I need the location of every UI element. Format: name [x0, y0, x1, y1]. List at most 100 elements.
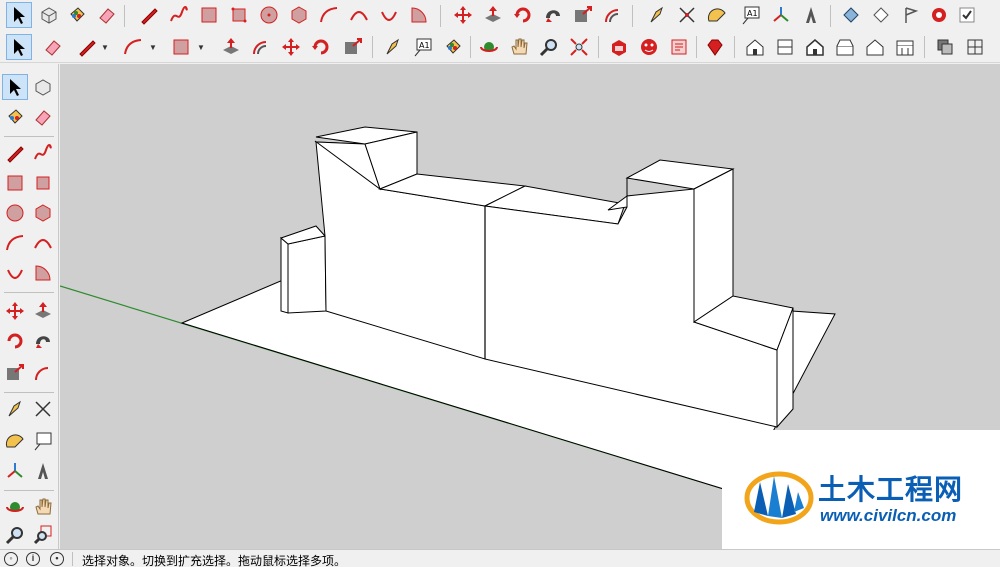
arc-dropdown[interactable]: ▼	[148, 34, 158, 60]
credits-info-icon[interactable]: i	[26, 552, 40, 566]
circle-button-left[interactable]	[2, 200, 28, 226]
rotate-button-left[interactable]	[2, 328, 28, 354]
wireframe-button[interactable]	[962, 34, 988, 60]
xray-button[interactable]	[932, 34, 958, 60]
two-point-arc-button-left[interactable]	[30, 230, 56, 256]
axes-button[interactable]	[768, 2, 794, 28]
scale-button-2[interactable]	[340, 34, 366, 60]
pan-button-left[interactable]	[30, 494, 56, 520]
text-button[interactable]: A1	[738, 2, 764, 28]
select-tool-button-left[interactable]	[2, 74, 28, 100]
iso-view-button[interactable]	[742, 34, 768, 60]
line-dropdown[interactable]: ▼	[100, 34, 110, 60]
offset-button[interactable]	[600, 2, 626, 28]
eraser-button-left[interactable]	[30, 104, 56, 130]
arc-button-2[interactable]	[120, 34, 146, 60]
zoom-window-button-left[interactable]	[30, 522, 56, 548]
move-button[interactable]	[450, 2, 476, 28]
arc-button[interactable]	[316, 2, 342, 28]
3d-text-button[interactable]	[798, 2, 824, 28]
rectangle-button[interactable]	[196, 2, 222, 28]
eraser-button[interactable]	[94, 2, 120, 28]
rotate-button[interactable]	[510, 2, 536, 28]
orbit-button-left[interactable]	[2, 494, 28, 520]
tape-measure-button-2[interactable]	[380, 34, 406, 60]
line-tool-button-2[interactable]	[74, 34, 100, 60]
make-component-button-left[interactable]	[30, 74, 56, 100]
pie-button[interactable]	[406, 2, 432, 28]
back-view-button[interactable]	[862, 34, 888, 60]
line-tool-button-left[interactable]	[2, 140, 28, 166]
select-tool-button-2[interactable]	[6, 34, 32, 60]
make-component-button[interactable]	[36, 2, 62, 28]
geo-location-icon[interactable]: ◦	[4, 552, 18, 566]
paint-bucket-button-2[interactable]	[440, 34, 466, 60]
section-fill-button[interactable]	[868, 2, 894, 28]
rectangle-button-left[interactable]	[2, 170, 28, 196]
front-view-button[interactable]	[802, 34, 828, 60]
text-button-2[interactable]: A1	[410, 34, 436, 60]
zoom-button-left[interactable]	[2, 522, 28, 548]
select-tool-button[interactable]	[6, 2, 32, 28]
scale-button-left[interactable]	[2, 360, 28, 386]
user-account-icon[interactable]: •	[50, 552, 64, 566]
circle-button[interactable]	[256, 2, 282, 28]
3d-text-button-left[interactable]	[30, 458, 56, 484]
layout-button[interactable]	[666, 34, 692, 60]
polygon-button-left[interactable]	[30, 200, 56, 226]
paint-bucket-button[interactable]	[64, 2, 90, 28]
dimension-button[interactable]	[674, 2, 700, 28]
zoom-extents-button[interactable]	[566, 34, 592, 60]
line-tool-button[interactable]	[136, 2, 162, 28]
polygon-button[interactable]	[286, 2, 312, 28]
arc-button-left[interactable]	[2, 230, 28, 256]
move-button-left[interactable]	[2, 298, 28, 324]
right-tower-side[interactable]	[693, 168, 734, 323]
pie-button-left[interactable]	[30, 260, 56, 286]
left-view-button[interactable]	[892, 34, 918, 60]
rectangle-button-2[interactable]	[168, 34, 194, 60]
scale-button[interactable]	[570, 2, 596, 28]
rotate-button-2[interactable]	[308, 34, 334, 60]
warehouse-3d-button[interactable]	[606, 34, 632, 60]
three-point-arc-button-left[interactable]	[2, 260, 28, 286]
paint-bucket-button-left[interactable]	[2, 104, 28, 130]
freehand-button-left[interactable]	[30, 140, 56, 166]
offset-button-left[interactable]	[30, 360, 56, 386]
text-button-left[interactable]	[30, 428, 56, 454]
left-step-front[interactable]	[287, 235, 327, 314]
axes-button-left[interactable]	[2, 458, 28, 484]
freehand-button[interactable]	[166, 2, 192, 28]
three-point-arc-button[interactable]	[376, 2, 402, 28]
offset-button-2[interactable]	[248, 34, 274, 60]
tape-measure-button-left[interactable]	[2, 396, 28, 422]
protractor-button-left[interactable]	[2, 428, 28, 454]
eraser-button-2[interactable]	[40, 34, 66, 60]
right-view-button[interactable]	[832, 34, 858, 60]
push-pull-button[interactable]	[480, 2, 506, 28]
left-step-side[interactable]	[280, 236, 289, 314]
checkbox-button[interactable]	[954, 2, 980, 28]
protractor-button[interactable]	[704, 2, 730, 28]
follow-me-button[interactable]	[540, 2, 566, 28]
top-view-button[interactable]	[772, 34, 798, 60]
pan-button[interactable]	[506, 34, 532, 60]
dimension-button-left[interactable]	[30, 396, 56, 422]
warehouse-button[interactable]	[926, 2, 952, 28]
rotated-rectangle-button[interactable]	[226, 2, 252, 28]
shape-dropdown[interactable]: ▼	[196, 34, 206, 60]
section-cut-button[interactable]	[898, 2, 924, 28]
orbit-button[interactable]	[476, 34, 502, 60]
move-button-2[interactable]	[278, 34, 304, 60]
ruby-console-button[interactable]	[702, 34, 728, 60]
push-pull-button-2[interactable]	[218, 34, 244, 60]
two-point-arc-button[interactable]	[346, 2, 372, 28]
extension-warehouse-button[interactable]	[636, 34, 662, 60]
zoom-button[interactable]	[536, 34, 562, 60]
rotated-rectangle-button-left[interactable]	[30, 170, 56, 196]
push-pull-button-left[interactable]	[30, 298, 56, 324]
house-right-icon	[836, 39, 854, 56]
section-plane-button[interactable]	[838, 2, 864, 28]
follow-me-button-left[interactable]	[30, 328, 56, 354]
tape-measure-button[interactable]	[644, 2, 670, 28]
